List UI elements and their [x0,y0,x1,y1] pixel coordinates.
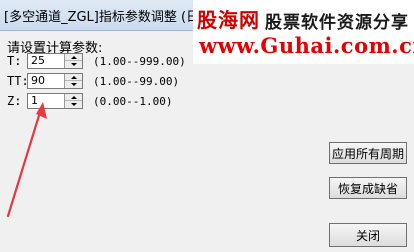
restore-default-button[interactable]: 恢复成缺省 [329,177,407,199]
apply-all-periods-button[interactable]: 应用所有周期 [329,142,407,164]
close-button[interactable]: 关闭 [329,223,407,247]
annotation-arrow-icon [6,102,47,218]
